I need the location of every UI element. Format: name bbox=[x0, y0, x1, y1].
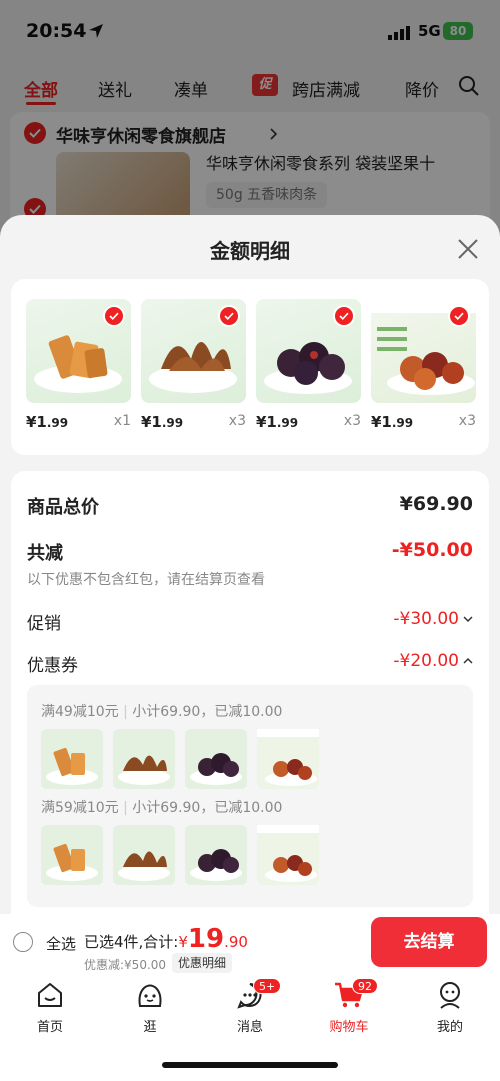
coupon-rule-line: 满59减10元 | 小计69.90，已减10.00 bbox=[41, 800, 283, 816]
coupon-product-thumb bbox=[257, 729, 319, 789]
checkout-bar: 全选 已选4件,合计:¥19.90 优惠减:¥50.00 优惠明细 去结算 bbox=[0, 914, 500, 974]
product-image-meat-strips bbox=[141, 299, 246, 403]
tab-cart[interactable]: 92 购物车 bbox=[314, 978, 384, 1035]
coupon-details: 满49减10元 | 小计69.90，已减10.00 满59减10元 | 小计69… bbox=[27, 685, 473, 907]
amount-dec: .90 bbox=[224, 933, 248, 951]
selected-text: 已选4件,合计: bbox=[84, 933, 179, 951]
promo-row-toggle[interactable]: -¥30.00 bbox=[393, 609, 473, 629]
tab-home[interactable]: 首页 bbox=[15, 980, 85, 1035]
chevron-up-icon bbox=[463, 657, 473, 664]
tab-browse[interactable]: 逛 bbox=[115, 980, 185, 1035]
select-all-label[interactable]: 全选 bbox=[46, 933, 76, 954]
amount-int: 19 bbox=[187, 924, 225, 954]
sheet-title: 金额明细 bbox=[210, 239, 290, 263]
product-list: ¥1.99 x1 ¥1.99 x3 ¥1.99 x3 ¥1.99 x3 bbox=[11, 279, 489, 455]
promo-value: -¥30.00 bbox=[393, 609, 459, 629]
tab-label: 首页 bbox=[36, 1020, 63, 1035]
coupon-row-toggle[interactable]: -¥20.00 bbox=[393, 651, 473, 671]
coupon-rule-detail: 小计69.90，已减10.00 bbox=[132, 704, 283, 720]
product-image-dates bbox=[371, 299, 476, 403]
coupon-product-thumb bbox=[113, 729, 175, 789]
product-price: ¥1.99 bbox=[371, 413, 414, 431]
product-price: ¥1.99 bbox=[141, 413, 184, 431]
coupon-product-thumb bbox=[257, 825, 319, 885]
coupon-rule-line: 满49减10元 | 小计69.90，已减10.00 bbox=[41, 704, 283, 720]
tab-label: 消息 bbox=[236, 1020, 263, 1035]
chevron-down-icon bbox=[463, 616, 473, 623]
coupon-value: -¥20.00 bbox=[393, 651, 459, 671]
tab-label: 逛 bbox=[143, 1020, 157, 1035]
discount-summary: 优惠减:¥50.00 bbox=[84, 958, 167, 972]
coupon-rule: 满59减10元 bbox=[41, 800, 119, 816]
profile-icon bbox=[440, 982, 460, 1009]
discount-label: 共减 bbox=[27, 543, 63, 564]
close-icon[interactable] bbox=[456, 237, 480, 261]
discount-detail-button[interactable]: 优惠明细 bbox=[172, 953, 233, 973]
tab-label: 购物车 bbox=[329, 1020, 369, 1035]
total-summary: 已选4件,合计:¥19.90 bbox=[84, 924, 248, 954]
coupon-product-thumb bbox=[41, 825, 103, 885]
check-icon bbox=[448, 305, 470, 327]
tab-messages[interactable]: 5+ 消息 bbox=[215, 978, 285, 1035]
discount-value: -¥50.00 bbox=[391, 539, 473, 561]
coupon-product-thumb bbox=[185, 825, 247, 885]
browse-icon bbox=[138, 984, 162, 1007]
check-icon bbox=[333, 305, 355, 327]
product-image-prunes bbox=[256, 299, 361, 403]
product-qty: x3 bbox=[228, 413, 246, 429]
product-price: ¥1.99 bbox=[26, 413, 69, 431]
product-item[interactable]: ¥1.99 x3 bbox=[141, 299, 246, 431]
coupon-product-thumb bbox=[41, 729, 103, 789]
amount-breakdown: 商品总价 ¥69.90 共减 -¥50.00 以下优惠不包含红包，请在结算页查看… bbox=[11, 471, 489, 915]
home-indicator bbox=[162, 1062, 338, 1068]
product-item[interactable]: ¥1.99 x3 bbox=[371, 299, 476, 431]
cart-badge: 92 bbox=[352, 978, 378, 994]
coupon-label: 优惠券 bbox=[27, 656, 78, 676]
product-qty: x1 bbox=[113, 413, 131, 429]
coupon-rule: 满49减10元 bbox=[41, 704, 119, 720]
tab-profile[interactable]: 我的 bbox=[415, 980, 485, 1035]
product-item[interactable]: ¥1.99 x3 bbox=[256, 299, 361, 431]
check-icon bbox=[218, 305, 240, 327]
coupon-product-thumb bbox=[113, 825, 175, 885]
promo-label: 促销 bbox=[27, 614, 61, 634]
total-label: 商品总价 bbox=[27, 497, 99, 518]
message-badge: 5+ bbox=[253, 978, 282, 994]
tab-label: 我的 bbox=[436, 1020, 463, 1035]
select-all-radio[interactable] bbox=[13, 932, 33, 952]
coupon-product-thumb bbox=[185, 729, 247, 789]
total-value: ¥69.90 bbox=[399, 493, 473, 515]
product-item[interactable]: ¥1.99 x1 bbox=[26, 299, 131, 431]
home-icon bbox=[38, 983, 62, 1007]
check-icon bbox=[103, 305, 125, 327]
currency: ¥ bbox=[178, 933, 188, 951]
product-image-sweet-potato bbox=[26, 299, 131, 403]
product-qty: x3 bbox=[458, 413, 476, 429]
checkout-button[interactable]: 去结算 bbox=[371, 917, 487, 967]
coupon-rule-detail: 小计69.90，已减10.00 bbox=[132, 800, 283, 816]
product-qty: x3 bbox=[343, 413, 361, 429]
discount-note: 以下优惠不包含红包，请在结算页查看 bbox=[27, 572, 265, 588]
amount-detail-sheet: 金额明细 ¥1.99 x1 ¥1.99 x3 ¥1.99 x3 ¥1.99 x3… bbox=[0, 215, 500, 915]
product-price: ¥1.99 bbox=[256, 413, 299, 431]
